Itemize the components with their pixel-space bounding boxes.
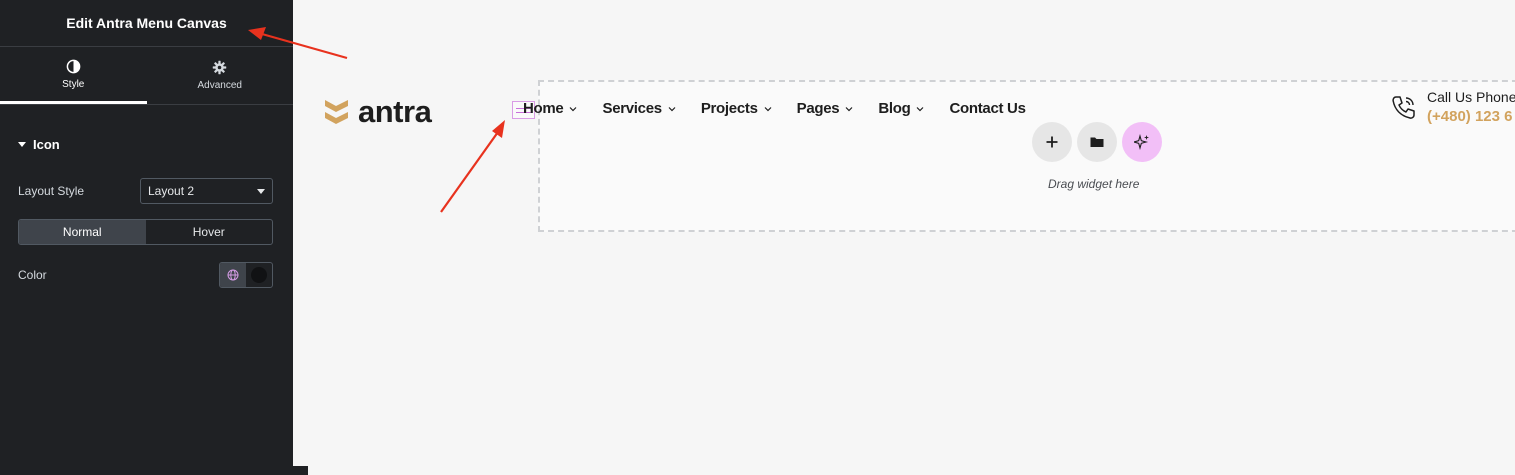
- caret-down-icon: [18, 141, 26, 147]
- nav-blog-label: Blog: [878, 100, 911, 117]
- drag-widget-hint: Drag widget here: [1048, 177, 1140, 191]
- layout-style-row: Layout Style Layout 2: [0, 178, 293, 204]
- color-swatch: [251, 267, 267, 283]
- arrow-to-menu-icon: [440, 120, 505, 213]
- color-row: Color: [0, 262, 293, 288]
- call-number: (+480) 123 6: [1427, 108, 1513, 125]
- layout-style-value: Layout 2: [148, 184, 195, 198]
- nav-home-label: Home: [523, 100, 564, 117]
- sparkle-icon: [1134, 134, 1149, 150]
- main-nav: Home Services Projects Pages Blog Contac…: [523, 100, 1026, 117]
- nav-services-label: Services: [602, 100, 662, 117]
- panel-edge: [293, 466, 308, 475]
- tab-style-label: Style: [62, 78, 85, 90]
- chevron-down-icon: [257, 188, 265, 194]
- drop-zone-actions: [1032, 122, 1162, 162]
- call-title: Call Us Phone: [1427, 89, 1515, 105]
- site-logo[interactable]: antra: [322, 94, 432, 130]
- section-title: Icon: [33, 136, 60, 152]
- chevron-down-icon: [845, 106, 853, 111]
- folder-icon: [1090, 137, 1104, 147]
- chevron-down-icon: [764, 106, 772, 111]
- gear-icon: [213, 60, 227, 75]
- nav-services[interactable]: Services: [602, 100, 676, 117]
- layout-style-label: Layout Style: [18, 184, 85, 198]
- panel-tabs: Style Advanced: [0, 47, 293, 105]
- plus-icon: [1046, 136, 1058, 148]
- nav-blog[interactable]: Blog: [878, 100, 924, 117]
- call-us-block[interactable]: Call Us Phone (+480) 123 6: [1390, 89, 1515, 125]
- color-control: [219, 262, 273, 288]
- ai-button[interactable]: [1122, 122, 1162, 162]
- chevron-down-icon: [570, 106, 577, 111]
- phone-icon: [1392, 95, 1415, 119]
- layout-style-select[interactable]: Layout 2: [140, 178, 273, 204]
- chevron-down-icon: [917, 106, 924, 111]
- nav-pages-label: Pages: [796, 100, 840, 117]
- chevron-down-icon: [668, 106, 676, 111]
- nav-contact-label: Contact Us: [949, 100, 1026, 117]
- tab-advanced-label: Advanced: [197, 80, 242, 91]
- contrast-icon: [66, 59, 81, 73]
- panel-title: Edit Antra Menu Canvas: [0, 0, 293, 47]
- nav-projects-label: Projects: [700, 100, 758, 117]
- color-label: Color: [18, 268, 47, 282]
- nav-contact-us[interactable]: Contact Us: [949, 100, 1025, 117]
- nav-pages[interactable]: Pages: [797, 100, 854, 117]
- color-picker[interactable]: [246, 263, 272, 287]
- tab-style[interactable]: Style: [0, 47, 147, 104]
- add-widget-button[interactable]: [1032, 122, 1072, 162]
- section-icon-toggle[interactable]: Icon: [0, 131, 293, 157]
- global-color-button[interactable]: [220, 263, 246, 287]
- globe-icon: [227, 269, 239, 281]
- template-library-button[interactable]: [1077, 122, 1117, 162]
- antra-logo-icon: [325, 100, 348, 124]
- normal-tab[interactable]: Normal: [19, 220, 146, 244]
- nav-projects[interactable]: Projects: [701, 100, 772, 117]
- editor-panel: Edit Antra Menu Canvas Style Advanced Ic…: [0, 0, 293, 475]
- call-text: Call Us Phone (+480) 123 6: [1427, 89, 1515, 125]
- logo-text: antra: [358, 94, 432, 129]
- tab-advanced[interactable]: Advanced: [147, 47, 294, 104]
- nav-home[interactable]: Home: [523, 100, 577, 117]
- state-toggle: Normal Hover: [18, 219, 273, 245]
- hover-tab[interactable]: Hover: [146, 220, 273, 244]
